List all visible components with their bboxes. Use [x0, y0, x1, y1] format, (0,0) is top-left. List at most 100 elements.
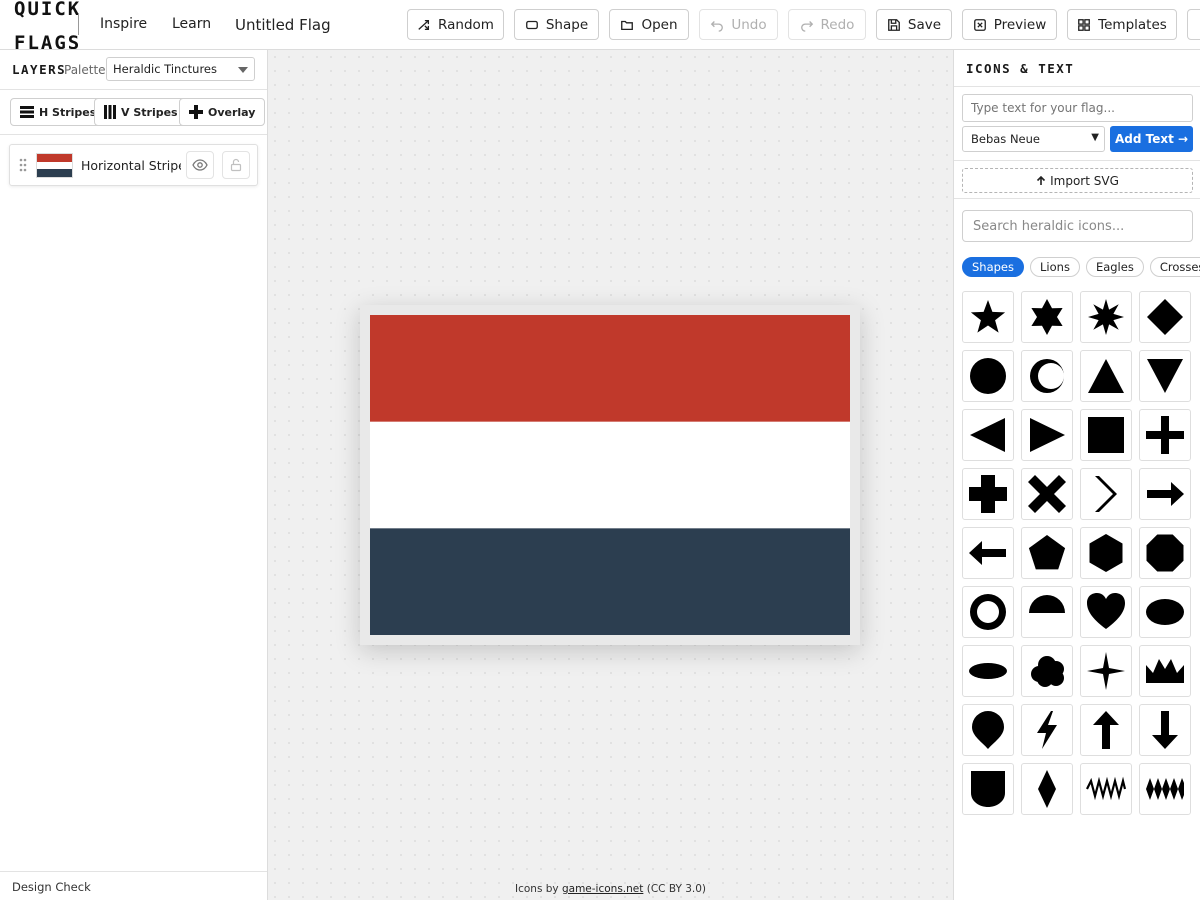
- crescent-icon: [1029, 359, 1065, 393]
- flat-ellipse-tile[interactable]: [962, 645, 1014, 697]
- divider: [954, 160, 1200, 161]
- credit-prefix: Icons by: [515, 883, 559, 895]
- divider: [954, 86, 1200, 87]
- four-point-star-icon: [1087, 652, 1125, 690]
- ellipse-tile[interactable]: [1139, 586, 1191, 638]
- app-logo[interactable]: QUICK FLAGS: [14, 0, 82, 50]
- credit-link[interactable]: game-icons.net: [562, 883, 643, 895]
- drag-handle-icon[interactable]: [18, 157, 28, 173]
- icons-text-panel: ICONS & TEXT Bebas Neue ▼ Add Text → Imp…: [953, 50, 1200, 900]
- diamond-tile[interactable]: [1139, 291, 1191, 343]
- zigzag-tile[interactable]: [1139, 763, 1191, 815]
- overflow-button[interactable]: [1187, 9, 1200, 40]
- visibility-toggle[interactable]: [186, 151, 214, 179]
- shape-button[interactable]: Shape: [514, 9, 599, 40]
- add-layer-row: H Stripes V Stripes Overlay: [0, 90, 267, 135]
- nav-inspire[interactable]: Inspire: [100, 16, 147, 32]
- undo-button[interactable]: Undo: [699, 9, 778, 40]
- crescent-tile[interactable]: [1021, 350, 1073, 402]
- hexagon-tile[interactable]: [1080, 527, 1132, 579]
- add-text-button[interactable]: Add Text →: [1110, 126, 1193, 152]
- star-5-tile[interactable]: [962, 291, 1014, 343]
- chevron-right-tile[interactable]: [1080, 468, 1132, 520]
- flag-stripe-1[interactable]: [370, 315, 850, 423]
- triangle-right-tile[interactable]: [1021, 409, 1073, 461]
- arrow-up-tile[interactable]: [1080, 704, 1132, 756]
- flag-stripe-3[interactable]: [370, 528, 850, 635]
- thumb-stripe-2: [37, 161, 72, 170]
- thumb-stripe-1: [37, 154, 72, 162]
- square-icon: [1088, 417, 1124, 453]
- flag-stripe-2[interactable]: [370, 421, 850, 529]
- arrow-down-tile[interactable]: [1139, 704, 1191, 756]
- add-v-stripes-button[interactable]: V Stripes: [94, 98, 188, 126]
- import-svg-button[interactable]: Import SVG: [962, 168, 1193, 193]
- add-h-stripes-button[interactable]: H Stripes: [10, 98, 107, 126]
- design-check[interactable]: Design Check: [0, 871, 267, 900]
- cloud-tile[interactable]: [1021, 645, 1073, 697]
- layer-name: Horizontal Stripes: [81, 158, 181, 173]
- plus-tile[interactable]: [1139, 409, 1191, 461]
- category-chip-eagles[interactable]: Eagles: [1085, 257, 1144, 277]
- heart-tile[interactable]: [1080, 586, 1132, 638]
- star-6-tile[interactable]: [1021, 291, 1073, 343]
- category-chip-crosses[interactable]: Crosses: [1149, 257, 1200, 277]
- four-point-star-tile[interactable]: [1080, 645, 1132, 697]
- overlay-label: Overlay: [208, 105, 256, 119]
- triangle-down-tile[interactable]: [1139, 350, 1191, 402]
- ring-tile[interactable]: [962, 586, 1014, 638]
- star-5-icon: [970, 300, 1006, 333]
- flag-preview[interactable]: [370, 315, 850, 635]
- flag-text-input[interactable]: [962, 94, 1193, 122]
- shield-tile[interactable]: [962, 763, 1014, 815]
- semicircle-tile[interactable]: [1021, 586, 1073, 638]
- drop-tile[interactable]: [962, 704, 1014, 756]
- crown-tile[interactable]: [1139, 645, 1191, 697]
- import-svg-label: Import SVG: [1050, 173, 1119, 188]
- font-select[interactable]: Bebas Neue ▼: [962, 126, 1105, 152]
- arrow-right-tile[interactable]: [1139, 468, 1191, 520]
- circle-tile[interactable]: [962, 350, 1014, 402]
- logo-line-2: FLAGS: [14, 32, 82, 50]
- arrow-up-icon: [1093, 711, 1119, 749]
- pentagon-tile[interactable]: [1021, 527, 1073, 579]
- v-stripes-label: V Stripes: [121, 105, 178, 119]
- wave-tile[interactable]: [1080, 763, 1132, 815]
- flag-title[interactable]: Untitled Flag: [235, 16, 331, 34]
- arrow-left-tile[interactable]: [962, 527, 1014, 579]
- palette-select[interactable]: Heraldic Tinctures: [106, 57, 255, 81]
- preview-button[interactable]: Preview: [962, 9, 1057, 40]
- layer-item[interactable]: Horizontal Stripes: [9, 144, 258, 186]
- thumb-stripe-3: [37, 169, 72, 178]
- arrow-right-icon: [1147, 482, 1184, 506]
- hexagon-icon: [1089, 534, 1123, 572]
- nav-learn[interactable]: Learn: [172, 16, 211, 32]
- lozenge-tile[interactable]: [1021, 763, 1073, 815]
- divider: [954, 198, 1200, 199]
- thick-cross-tile[interactable]: [962, 468, 1014, 520]
- category-chip-lions[interactable]: Lions: [1030, 257, 1080, 277]
- chevron-right-icon: [1095, 476, 1117, 512]
- chevron-down-icon: ▼: [1091, 132, 1099, 143]
- add-overlay-button[interactable]: Overlay: [179, 98, 266, 126]
- arrow-up-icon: [1037, 175, 1046, 185]
- credit-suffix: (CC BY 3.0): [646, 883, 706, 895]
- triangle-up-tile[interactable]: [1080, 350, 1132, 402]
- flag-frame: [360, 305, 860, 645]
- h-stripes-icon: [20, 106, 34, 118]
- redo-button[interactable]: Redo: [788, 9, 866, 40]
- x-cross-tile[interactable]: [1021, 468, 1073, 520]
- octagon-tile[interactable]: [1139, 527, 1191, 579]
- templates-button[interactable]: Templates: [1067, 9, 1177, 40]
- triangle-left-tile[interactable]: [962, 409, 1014, 461]
- lightning-tile[interactable]: [1021, 704, 1073, 756]
- save-button[interactable]: Save: [876, 9, 952, 40]
- square-tile[interactable]: [1080, 409, 1132, 461]
- star-burst-tile[interactable]: [1080, 291, 1132, 343]
- random-button[interactable]: Random: [407, 9, 504, 40]
- random-label: Random: [438, 16, 494, 33]
- lock-toggle[interactable]: [222, 151, 250, 179]
- icon-search-input[interactable]: Search heraldic icons...: [962, 210, 1193, 242]
- category-chip-shapes[interactable]: Shapes: [962, 257, 1025, 277]
- open-button[interactable]: Open: [609, 9, 689, 40]
